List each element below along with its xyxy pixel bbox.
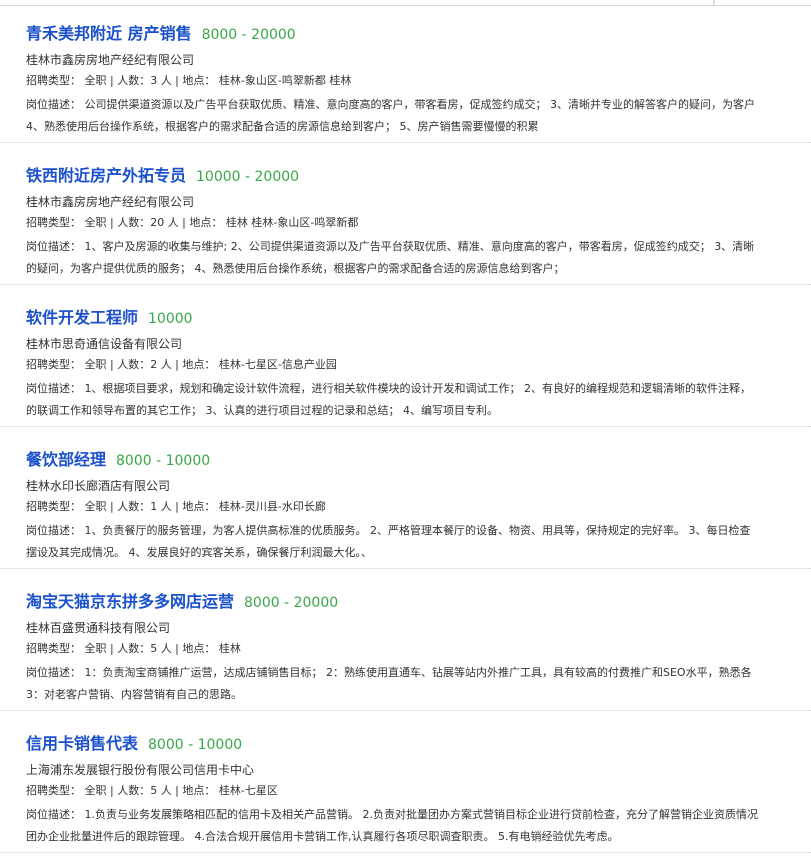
job-salary: 8000 - 20000 [244,595,339,611]
job-title-link[interactable]: 餐饮部经理 [26,450,106,469]
job-description-line: 的联调工作和领导布置的其它工作； 3、认真的进行项目过程的记录和总结； 4、编写… [26,404,498,417]
job-meta: 招聘类型： 全职 | 人数：5 人 | 地点： 桂林-七星区 [26,784,278,797]
company-name: 上海浦东发展银行股份有限公司信用卡中心 [26,763,255,777]
job-salary: 8000 - 10000 [148,737,243,753]
job-description: 岗位描述： 1、客户及房源的收集与维护; 2、公司提供渠道资源以及广告平台获取优… [26,236,811,280]
job-item: 淘宝天猫京东拼多多网店运营 8000 - 20000 桂林百盛贯通科技有限公司 招… [0,568,811,711]
job-salary: 8000 - 10000 [116,453,211,469]
job-item: 青禾美邦附近 房产销售 8000 - 20000 桂林市鑫房房地产经纪有限公司 招… [0,0,811,143]
company-name: 桂林市鑫房房地产经纪有限公司 [26,53,195,67]
job-meta: 招聘类型： 全职 | 人数：20 人 | 地点： 桂林 桂林-象山区-鸣翠新都 [26,216,359,229]
job-description-line: 岗位描述： 1、客户及房源的收集与维护; 2、公司提供渠道资源以及广告平台获取优… [26,240,755,253]
job-meta: 招聘类型： 全职 | 人数：3 人 | 地点： 桂林-象山区-鸣翠新都 桂林 [26,74,352,87]
job-description: 岗位描述： 公司提供渠道资源以及广告平台获取优质、精准、意向度高的客户，带客看房… [26,94,811,138]
company-name: 桂林百盛贯通科技有限公司 [26,621,171,635]
job-description-line: 4、熟悉使用后台操作系统，根据客户的需求配备合适的房源信息给到客户； 5、房产销… [26,120,539,133]
job-description: 岗位描述： 1.负责与业务发展策略相匹配的信用卡及相关产品营销。 2.负责对批量… [26,804,811,848]
job-description-line: 团办企业批量进件后的跟踪管理。 4.合法合规开展信用卡营销工作,认真履行各项尽职… [26,830,619,843]
job-meta: 招聘类型： 全职 | 人数：2 人 | 地点： 桂林-七星区-信息产业园 [26,358,337,371]
job-item: 软件开发工程师 10000 桂林市思奇通信设备有限公司 招聘类型： 全职 | 人数… [0,284,811,427]
job-description-line: 摆设及其完成情况。 4、发展良好的宾客关系，确保餐厅利润最大化。、 [26,546,372,559]
company-name: 桂林市鑫房房地产经纪有限公司 [26,195,195,209]
job-title-link[interactable]: 淘宝天猫京东拼多多网店运营 [26,592,234,611]
job-description-line: 岗位描述： 1、根据项目要求，规划和确定设计软件流程，进行相关软件模块的设计开发… [26,382,751,395]
job-description-line: 3：对老客户营销、内容营销有自己的思路。 [26,688,242,701]
job-item: 餐饮部经理 8000 - 10000 桂林水印长廊酒店有限公司 招聘类型： 全职 … [0,426,811,569]
job-meta: 招聘类型： 全职 | 人数：1 人 | 地点： 桂林-灵川县-水印长廊 [26,500,326,513]
job-description: 岗位描述： 1：负责淘宝商铺推广运营，达成店铺销售目标； 2：熟练使用直通车、钻… [26,662,811,706]
job-description-line: 的疑问，为客户提供优质的服务； 4、熟悉使用后台操作系统，根据客户的需求配备合适… [26,262,565,275]
job-description-line: 岗位描述： 1：负责淘宝商铺推广运营，达成店铺销售目标； 2：熟练使用直通车、钻… [26,666,752,679]
company-name: 桂林水印长廊酒店有限公司 [26,479,171,493]
job-title-link[interactable]: 青禾美邦附近 房产销售 [26,24,192,43]
job-header: 餐饮部经理 8000 - 10000 [26,446,210,470]
job-header: 软件开发工程师 10000 [26,304,193,328]
job-title-link[interactable]: 信用卡销售代表 [26,734,138,753]
job-description-line: 岗位描述： 1.负责与业务发展策略相匹配的信用卡及相关产品营销。 2.负责对批量… [26,808,758,821]
job-item: 信用卡销售代表 8000 - 10000 上海浦东发展银行股份有限公司信用卡中心 … [0,710,811,853]
job-item: 铁西附近房产外拓专员 10000 - 20000 桂林市鑫房房地产经纪有限公司 招… [0,142,811,285]
job-description-line: 岗位描述： 1、负责餐厅的服务管理，为客人提供高标准的优质服务。 2、严格管理本… [26,524,751,537]
job-salary: 10000 - 20000 [196,169,300,185]
job-salary: 10000 [148,311,193,327]
job-description-line: 岗位描述： 公司提供渠道资源以及广告平台获取优质、精准、意向度高的客户，带客看房… [26,98,755,111]
job-description: 岗位描述： 1、负责餐厅的服务管理，为客人提供高标准的优质服务。 2、严格管理本… [26,520,811,564]
job-header: 铁西附近房产外拓专员 10000 - 20000 [26,162,299,186]
job-header: 青禾美邦附近 房产销售 8000 - 20000 [26,20,296,44]
job-salary: 8000 - 20000 [201,27,296,43]
company-name: 桂林市思奇通信设备有限公司 [26,337,183,351]
job-meta: 招聘类型： 全职 | 人数：5 人 | 地点： 桂林 [26,642,241,655]
job-description: 岗位描述： 1、根据项目要求，规划和确定设计软件流程，进行相关软件模块的设计开发… [26,378,811,422]
job-header: 信用卡销售代表 8000 - 10000 [26,730,242,754]
job-header: 淘宝天猫京东拼多多网店运营 8000 - 20000 [26,588,338,612]
job-title-link[interactable]: 软件开发工程师 [26,308,138,327]
job-title-link[interactable]: 铁西附近房产外拓专员 [26,166,186,185]
